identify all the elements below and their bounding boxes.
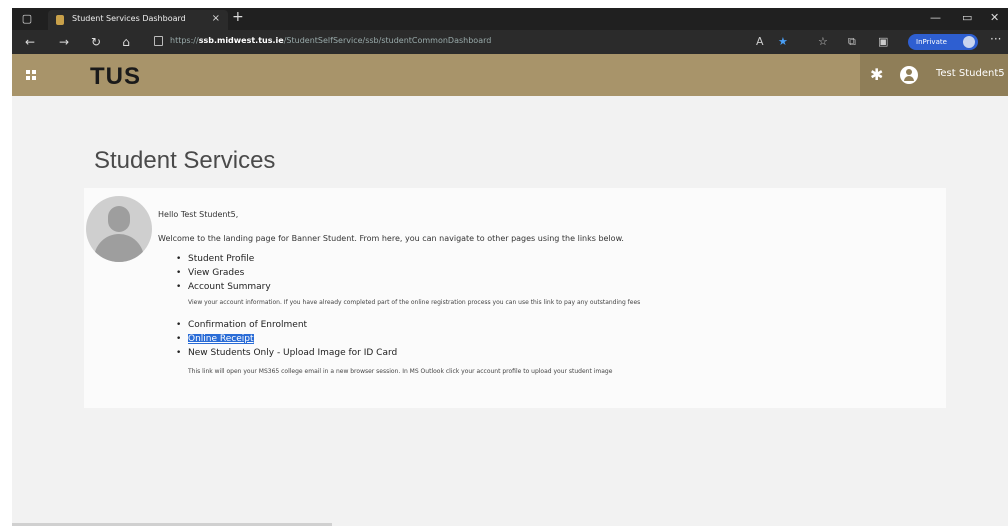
upload-id-description: This link will open your MS365 college e… [188, 368, 613, 375]
title-bar: ▢ Student Services Dashboard × + — ▭ ✕ [12, 8, 1008, 30]
browser-tab[interactable]: Student Services Dashboard × [48, 10, 228, 30]
app-header: TUS ✱ Test Student5 [12, 54, 1008, 96]
account-summary-description: View your account information. If you ha… [188, 299, 641, 306]
tab-favicon-icon [56, 15, 64, 25]
profile-avatar-icon [963, 36, 975, 48]
greeting-text: Hello Test Student5, [158, 210, 239, 219]
close-window-icon[interactable]: ✕ [990, 11, 999, 24]
inprivate-button[interactable]: InPrivate [908, 34, 978, 50]
user-name[interactable]: Test Student5 [936, 68, 1005, 79]
forward-icon[interactable]: → [56, 34, 72, 50]
header-user-area: ✱ Test Student5 [860, 54, 1008, 96]
intro-text: Welcome to the landing page for Banner S… [158, 234, 624, 243]
link-view-grades[interactable]: View Grades [176, 268, 244, 278]
more-icon[interactable]: ··· [990, 32, 1001, 46]
user-icon[interactable] [900, 66, 918, 84]
favorites-icon[interactable]: ☆ [818, 35, 828, 48]
tab-close-icon[interactable]: × [212, 13, 220, 24]
favorite-star-icon[interactable]: ★ [778, 35, 788, 48]
restore-icon[interactable]: ▭ [962, 11, 972, 24]
new-tab-button[interactable]: + [232, 9, 244, 25]
welcome-panel: Hello Test Student5, Welcome to the land… [84, 188, 946, 408]
tab-title: Student Services Dashboard [72, 14, 186, 23]
page-title: Student Services [94, 147, 276, 174]
link-student-profile[interactable]: Student Profile [176, 254, 254, 264]
browser-window: ▢ Student Services Dashboard × + — ▭ ✕ ←… [12, 8, 1008, 526]
split-screen-icon[interactable]: ▣ [878, 35, 888, 48]
url-bar[interactable]: https://ssb.midwest.tus.ie/StudentSelfSe… [150, 33, 758, 51]
link-online-receipt[interactable]: Online Receipt [176, 334, 254, 344]
lock-icon[interactable] [154, 36, 163, 46]
app-grid-icon[interactable] [26, 70, 36, 80]
brand-logo[interactable]: TUS [90, 63, 141, 91]
link-confirmation-of-enrolment[interactable]: Confirmation of Enrolment [176, 320, 307, 330]
address-bar-row: ← → ↻ ⌂ https://ssb.midwest.tus.ie/Stude… [12, 30, 1008, 54]
link-account-summary[interactable]: Account Summary [176, 282, 271, 292]
collections-icon[interactable]: ⧉ [848, 35, 856, 49]
read-aloud-icon[interactable]: A [756, 35, 764, 48]
back-icon[interactable]: ← [22, 34, 38, 50]
link-upload-id-image[interactable]: New Students Only - Upload Image for ID … [176, 348, 397, 358]
inprivate-label: InPrivate [916, 38, 947, 46]
gear-icon[interactable]: ✱ [870, 65, 883, 84]
tab-actions-icon[interactable]: ▢ [20, 12, 34, 26]
minimize-icon[interactable]: — [930, 11, 941, 24]
online-receipt-label[interactable]: Online Receipt [188, 334, 254, 344]
refresh-icon[interactable]: ↻ [88, 34, 104, 50]
avatar [86, 196, 152, 262]
home-icon[interactable]: ⌂ [118, 34, 134, 50]
url-text: https://ssb.midwest.tus.ie/StudentSelfSe… [170, 36, 492, 45]
